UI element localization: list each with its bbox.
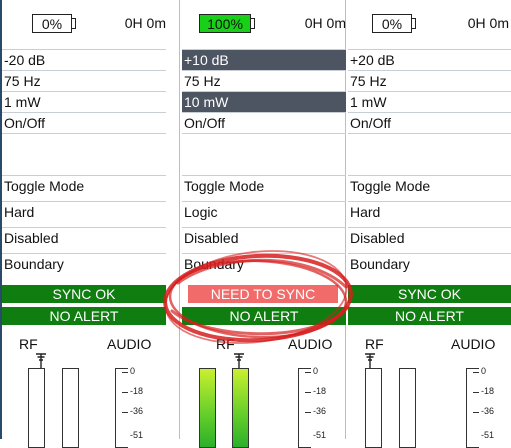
state-row[interactable]: Disabled (348, 227, 511, 248)
lock-row[interactable]: Hard (348, 201, 511, 222)
audio-label: AUDIO (107, 336, 152, 352)
rf-meter-a (28, 368, 45, 448)
audio-tick-label: -36 (130, 406, 144, 416)
rf-label: RF (19, 336, 38, 352)
boundary-row[interactable]: Boundary (2, 253, 166, 274)
battery-percent: 0% (381, 16, 403, 32)
channel-header: 0% 0H 0m (348, 14, 511, 36)
state-row[interactable]: Disabled (182, 227, 346, 248)
audio-tick-label: 0 (130, 366, 136, 376)
battery-percent: 0% (41, 16, 63, 32)
receiver-panel: 0% 0H 0m -20 dB 75 Hz 1 mW On/Off Toggle… (0, 0, 511, 448)
gain-row[interactable]: -20 dB (2, 49, 166, 70)
audio-meter (466, 368, 479, 448)
audio-tick-label: 0 (481, 366, 487, 376)
rf-meter-a (199, 368, 216, 448)
tick-mark (122, 392, 128, 393)
blank-row (348, 133, 511, 173)
antenna-icon (234, 353, 244, 368)
mode-row[interactable]: Toggle Mode (2, 175, 166, 196)
tick-mark (305, 392, 311, 393)
channel-column-3: 0% 0H 0m +20 dB 75 Hz 1 mW On/Off Toggle… (348, 0, 511, 448)
battery-terminal (251, 18, 255, 29)
tick-mark (122, 372, 128, 373)
blank-row (182, 133, 346, 173)
gain-row[interactable]: +20 dB (348, 49, 511, 70)
audio-tick-label: -18 (481, 386, 495, 396)
sync-status[interactable]: SYNC OK (2, 285, 166, 303)
mode-row[interactable]: Toggle Mode (348, 175, 511, 196)
rf-meter-b (232, 368, 249, 448)
boundary-row[interactable]: Boundary (348, 253, 511, 274)
state-row[interactable]: Disabled (2, 227, 166, 248)
power-row[interactable]: 10 mW (182, 91, 346, 112)
antenna-icon (36, 353, 46, 368)
tick-mark (473, 412, 479, 413)
column-divider (179, 0, 180, 439)
battery-icon: 0% (372, 14, 412, 33)
audio-tick-label: -36 (481, 406, 495, 416)
audio-meter (115, 368, 128, 448)
frequency-row[interactable]: 75 Hz (2, 70, 166, 91)
audio-label: AUDIO (451, 336, 496, 352)
alert-status: NO ALERT (348, 307, 511, 325)
channel-header: 100% 0H 0m (182, 14, 346, 36)
battery-runtime: 0H 0m (304, 15, 346, 31)
switch-row[interactable]: On/Off (2, 112, 166, 133)
alert-status: NO ALERT (182, 307, 346, 325)
alert-status: NO ALERT (2, 307, 166, 325)
rf-label: RF (216, 336, 235, 352)
frequency-row[interactable]: 75 Hz (182, 70, 346, 91)
mode-row[interactable]: Toggle Mode (182, 175, 346, 196)
battery-icon: 100% (199, 14, 251, 33)
tick-mark (305, 412, 311, 413)
rf-label: RF (365, 336, 384, 352)
audio-meter (298, 368, 311, 448)
audio-tick-label: -36 (313, 406, 327, 416)
switch-row[interactable]: On/Off (182, 112, 346, 133)
battery-terminal (72, 18, 76, 29)
channel-column-1: 0% 0H 0m -20 dB 75 Hz 1 mW On/Off Toggle… (2, 0, 166, 448)
power-row[interactable]: 1 mW (348, 91, 511, 112)
audio-tick-label: -18 (313, 386, 327, 396)
sync-status[interactable]: NEED TO SYNC (188, 285, 338, 303)
switch-row[interactable]: On/Off (348, 112, 511, 133)
lock-row[interactable]: Logic (182, 201, 346, 222)
channel-header: 0% 0H 0m (2, 14, 166, 36)
battery-terminal (412, 18, 416, 29)
boundary-row[interactable]: Boundary (182, 253, 346, 274)
rf-meter-b (62, 368, 79, 448)
power-row[interactable]: 1 mW (2, 91, 166, 112)
lock-row[interactable]: Hard (2, 201, 166, 222)
tick-mark (473, 392, 479, 393)
channel-column-2: 100% 0H 0m +10 dB 75 Hz 10 mW On/Off Tog… (182, 0, 346, 448)
sync-status[interactable]: SYNC OK (348, 285, 511, 303)
battery-percent: 100% (207, 16, 243, 32)
frequency-row[interactable]: 75 Hz (348, 70, 511, 91)
rf-meter-a (365, 368, 382, 448)
audio-label: AUDIO (288, 336, 333, 352)
rf-meter-b (399, 368, 416, 448)
tick-mark (305, 372, 311, 373)
gain-row[interactable]: +10 dB (182, 49, 346, 70)
tick-mark (122, 412, 128, 413)
battery-runtime: 0H 0m (467, 15, 509, 31)
battery-runtime: 0H 0m (124, 15, 166, 31)
audio-tick-label: 0 (313, 366, 319, 376)
tick-mark (473, 372, 479, 373)
audio-tick-label: -18 (130, 386, 144, 396)
antenna-icon (365, 353, 375, 368)
blank-row (2, 133, 166, 173)
battery-icon: 0% (32, 14, 72, 33)
